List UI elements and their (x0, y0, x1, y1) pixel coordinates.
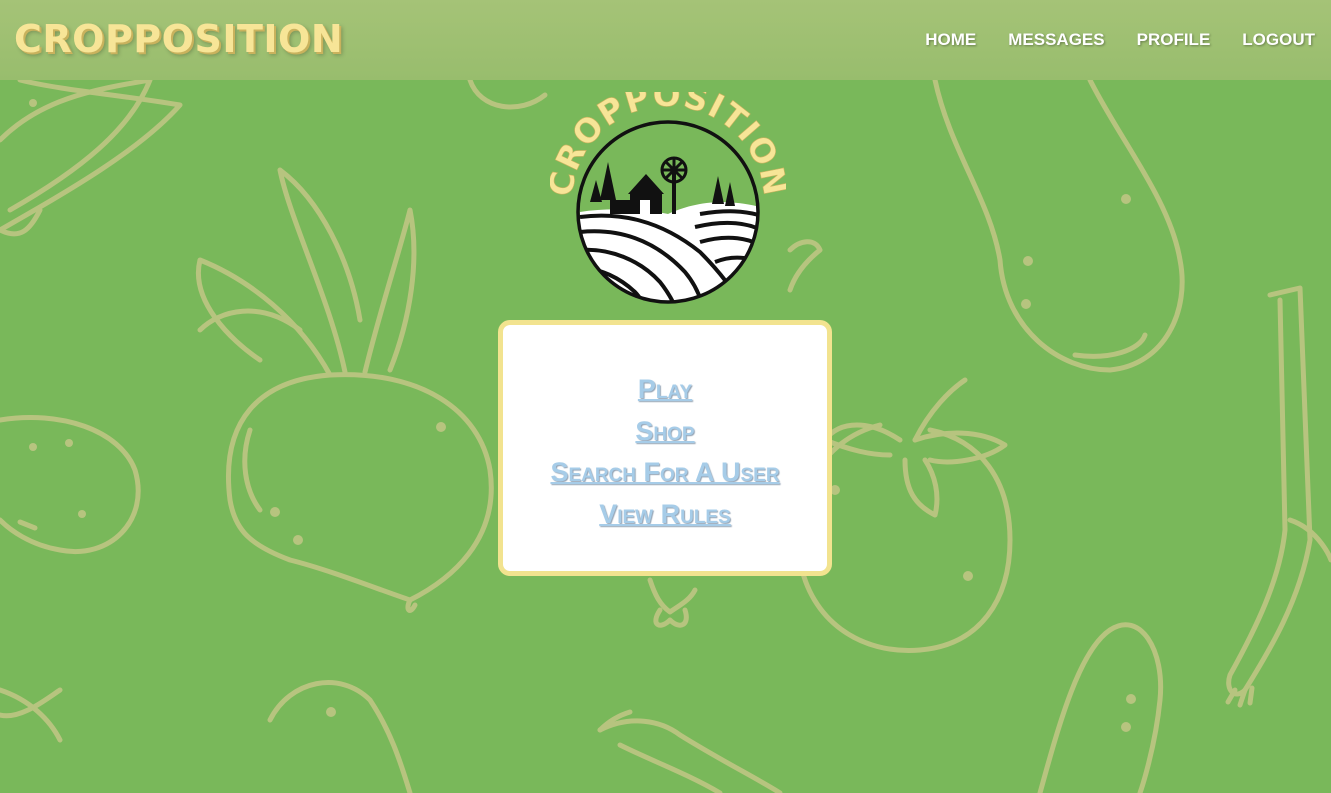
nav-logout[interactable]: LOGOUT (1242, 30, 1315, 50)
nav-profile[interactable]: PROFILE (1137, 30, 1211, 50)
nav-messages[interactable]: MESSAGES (1008, 30, 1104, 50)
nav-home[interactable]: HOME (925, 30, 976, 50)
nav-links: HOME MESSAGES PROFILE LOGOUT (925, 30, 1315, 50)
top-navbar: CROPPOSITION HOME MESSAGES PROFILE LOGOU… (0, 0, 1331, 80)
menu-links: Play Shop Search For A User View Rules (503, 369, 827, 535)
menu-shop-link[interactable]: Shop (503, 411, 827, 453)
menu-search-user-link[interactable]: Search For A User (503, 452, 827, 494)
svg-text:CROPPOSITION: CROPPOSITION (550, 92, 786, 199)
main-menu-card: Play Shop Search For A User View Rules (498, 320, 832, 576)
menu-view-rules-link[interactable]: View Rules (503, 494, 827, 536)
logo-text: CROPPOSITION (550, 92, 786, 199)
menu-play-link[interactable]: Play (503, 369, 827, 411)
farm-logo-icon: CROPPOSITION (550, 92, 786, 304)
brand-logo-text[interactable]: CROPPOSITION (14, 17, 343, 61)
